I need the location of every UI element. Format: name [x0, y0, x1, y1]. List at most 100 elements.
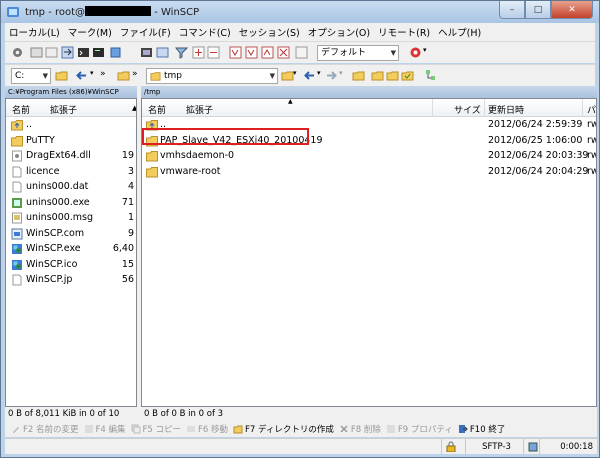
session-icon[interactable] [156, 46, 169, 59]
column-ext[interactable]: 拡張子 [186, 103, 213, 116]
column-ext[interactable]: 拡張子 [50, 103, 77, 116]
file-modified: 2012/06/24 2:59:39 [488, 119, 583, 130]
local-file-row[interactable]: WinSCP.jp 56 [6, 272, 136, 288]
f4-edit-button[interactable]: F4 編集 [84, 423, 126, 435]
menu-command[interactable]: コマンド(C) [175, 25, 235, 39]
local-file-row[interactable]: DragExt64.dll 19 [6, 148, 136, 164]
local-file-panel[interactable]: 名前 拡張子 ▲ .. PuTTY DragExt64.dll 19 licence 3 u… [5, 98, 137, 407]
clear-mark-icon[interactable] [277, 46, 290, 59]
file-rights: rw [587, 150, 596, 161]
console-icon[interactable] [77, 46, 90, 59]
column-separator[interactable] [484, 99, 485, 117]
forward-icon[interactable] [325, 69, 338, 82]
filter-icon[interactable] [175, 46, 188, 59]
winscp-exe-icon [12, 244, 22, 254]
new-folder-icon [233, 425, 243, 434]
menu-remote[interactable]: リモート(R) [374, 25, 434, 39]
f5-copy-button[interactable]: F5 コピー [131, 423, 181, 435]
local-file-row[interactable]: unins000.msg 1 [6, 210, 136, 226]
column-separator[interactable] [582, 99, 583, 117]
maximize-button[interactable]: □ [525, 1, 551, 19]
menu-mark[interactable]: マーク(M) [64, 25, 116, 39]
parent-directory-icon[interactable] [117, 69, 130, 82]
close-button[interactable]: ✕ [551, 1, 593, 19]
title-prefix: tmp - root@ [25, 7, 86, 18]
forward-dropdown-icon[interactable]: ▾ [339, 69, 352, 82]
gear-icon[interactable] [11, 46, 24, 59]
restore-mark-icon[interactable] [295, 46, 308, 59]
refresh-icon[interactable] [401, 69, 414, 82]
menu-local[interactable]: ローカル(L) [5, 25, 64, 39]
parent-directory-icon[interactable] [352, 69, 365, 82]
f10-quit-button[interactable]: F10 終了 [458, 423, 505, 435]
terminal-icon[interactable] [92, 46, 105, 59]
file-name: unins000.msg [26, 212, 94, 223]
local-file-row[interactable]: unins000.dat 4 [6, 179, 136, 195]
open-folder-icon[interactable] [55, 69, 68, 82]
local-file-row[interactable]: licence 3 [6, 164, 136, 180]
local-status: 0 B of 8,011 KiB in 0 of 10 [5, 407, 137, 421]
winscp-ico-icon [12, 259, 22, 270]
find-files-icon[interactable] [424, 69, 437, 82]
local-file-row[interactable]: WinSCP.com 9 [6, 226, 136, 242]
f9-properties-button[interactable]: F9 プロパティ [386, 423, 453, 435]
minimize-button[interactable]: – [499, 1, 525, 19]
local-file-row[interactable]: .. [6, 117, 136, 133]
text-file-icon [12, 274, 22, 286]
remote-file-row[interactable]: vmware-root 2012/06/24 20:04:29rw [142, 164, 596, 180]
dropdown-arrow-icon[interactable]: ▾ [423, 46, 436, 59]
f2-label: F2 名前の変更 [23, 425, 79, 435]
window-title: tmp - root@ - WinSCP [25, 6, 199, 18]
mark-all-icon[interactable] [229, 46, 242, 59]
copy-icon [131, 424, 140, 434]
unmark-all-icon[interactable] [245, 46, 258, 59]
file-name: unins000.exe [26, 196, 90, 208]
local-drive-select[interactable]: C: ▼ [11, 68, 51, 84]
local-file-row[interactable]: WinSCP.ico 15 [6, 257, 136, 273]
root-directory-icon[interactable] [371, 69, 384, 82]
preferences-icon[interactable] [140, 46, 153, 59]
home-directory-icon[interactable] [386, 69, 399, 82]
file-name: vmware-root [160, 165, 221, 177]
f2-rename-button[interactable]: F2 名前の変更 [11, 423, 79, 435]
back-icon[interactable] [75, 69, 88, 82]
remote-file-row[interactable]: vmhsdaemon-0 2012/06/24 20:03:39rw [142, 148, 596, 164]
file-name: WinSCP.ico [26, 258, 78, 270]
transfer-settings-icon[interactable] [409, 46, 422, 59]
transfer-queue-icon [528, 442, 538, 452]
transfer-setting-select[interactable]: デフォルト ▼ [317, 45, 399, 61]
column-name[interactable]: 名前 [148, 103, 166, 116]
more-chevron-icon[interactable]: » [132, 69, 145, 82]
parent-folder-icon [11, 120, 23, 131]
column-size[interactable]: サイズ [454, 103, 481, 116]
title-bar[interactable]: tmp - root@ - WinSCP – □ ✕ [1, 1, 599, 23]
remote-folder-select[interactable]: tmp ▼ [146, 68, 278, 84]
remote-column-header: 名前 拡張子 ▲ サイズ 更新日時 パ [142, 99, 596, 117]
column-separator[interactable] [432, 99, 433, 117]
column-modified[interactable]: 更新日時 [488, 103, 524, 116]
column-rights[interactable]: パ [587, 103, 596, 116]
local-file-row[interactable]: unins000.exe 71 [6, 195, 136, 211]
open-dir-icon[interactable] [30, 46, 43, 59]
minus-icon[interactable] [207, 46, 220, 59]
queue-icon[interactable] [109, 46, 122, 59]
column-name[interactable]: 名前 [12, 103, 30, 116]
synchronize-icon[interactable] [61, 46, 74, 59]
f8-delete-button[interactable]: F8 削除 [339, 423, 381, 435]
file-name: .. [26, 119, 33, 130]
plus-icon[interactable] [192, 46, 205, 59]
menu-help[interactable]: ヘルプ(H) [434, 25, 485, 39]
invert-mark-icon[interactable] [261, 46, 274, 59]
more-chevron-icon[interactable]: » [100, 69, 113, 82]
local-file-row[interactable]: WinSCP.exe 6,40 [6, 241, 136, 257]
f7-create-directory-button[interactable]: F7 ディレクトリの作成 [233, 423, 334, 435]
menu-file[interactable]: ファイル(F) [116, 25, 175, 39]
local-file-row[interactable]: PuTTY [6, 133, 136, 149]
menu-options[interactable]: オプション(O) [304, 25, 374, 39]
f6-move-button[interactable]: F6 移動 [186, 423, 228, 435]
menu-session[interactable]: セッション(S) [235, 25, 304, 39]
compare-icon[interactable] [45, 46, 58, 59]
delete-icon [340, 425, 348, 433]
f10-label: F10 終了 [469, 425, 506, 435]
back-icon[interactable] [303, 69, 316, 82]
